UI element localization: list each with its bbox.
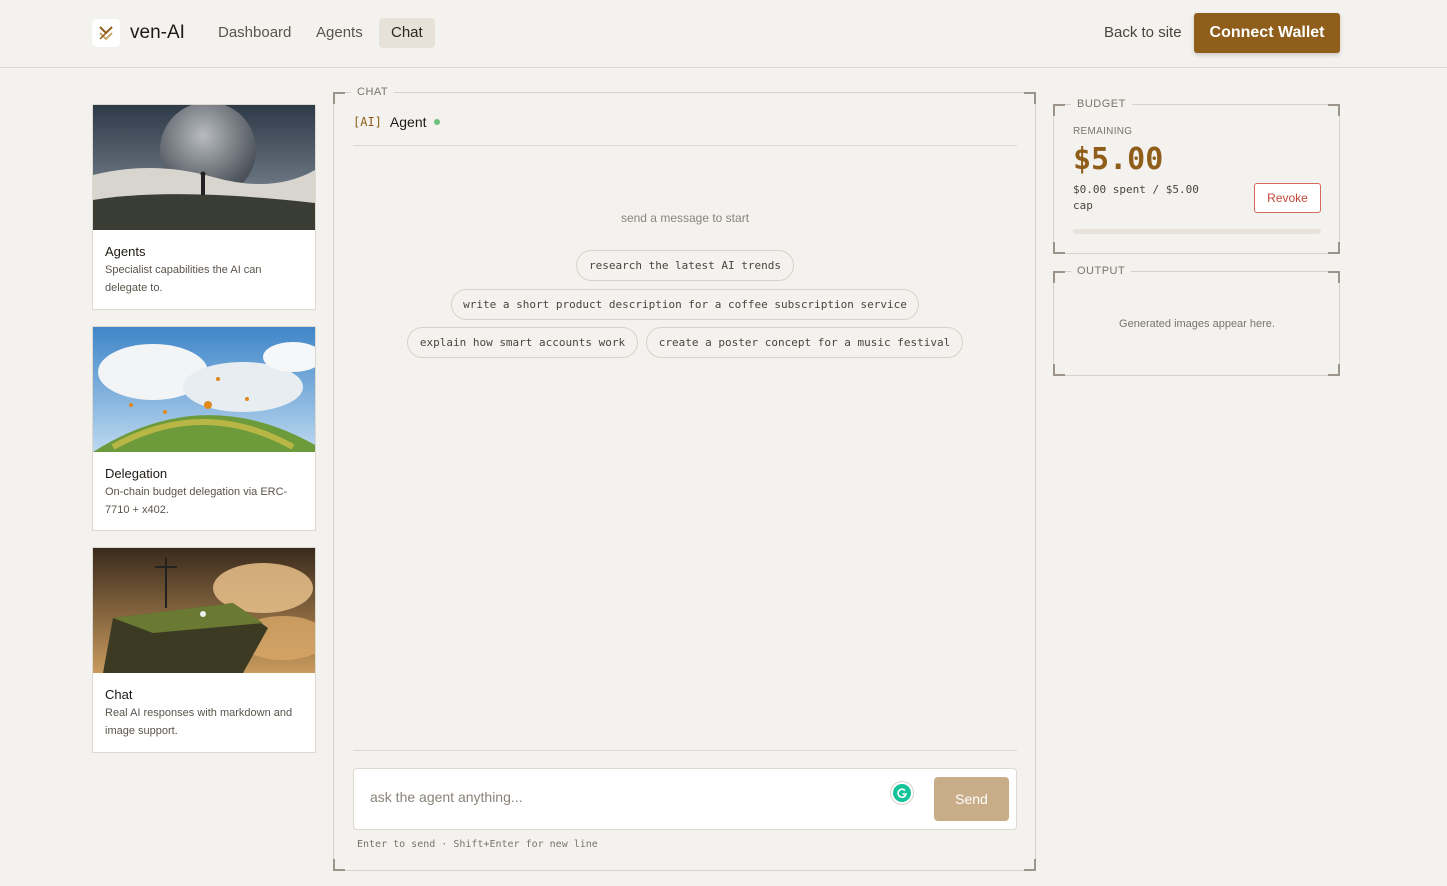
card-description: On-chain budget delegation via ERC-7710 … bbox=[105, 486, 288, 516]
card-description: Specialist capabilities the AI can deleg… bbox=[105, 264, 262, 294]
frame-corner bbox=[1328, 104, 1340, 116]
back-to-site-link[interactable]: Back to site bbox=[1104, 24, 1182, 41]
agent-header: [AI] Agent bbox=[353, 114, 440, 130]
output-section-label: OUTPUT bbox=[1071, 265, 1132, 278]
budget-progress-bar bbox=[1073, 229, 1321, 234]
frame-corner bbox=[1328, 242, 1340, 254]
message-input[interactable] bbox=[370, 789, 870, 805]
send-button[interactable]: Send bbox=[934, 777, 1009, 821]
budget-section-label: BUDGET bbox=[1071, 98, 1132, 111]
message-composer: Send bbox=[353, 768, 1017, 830]
frame-corner bbox=[1053, 104, 1065, 116]
budget-panel: BUDGET REMAINING $5.00 $0.00 spent / $5.… bbox=[1053, 98, 1340, 254]
frame-corner bbox=[333, 92, 345, 104]
ven-logo-icon[interactable] bbox=[92, 19, 120, 47]
remaining-amount: $5.00 bbox=[1073, 142, 1164, 177]
frame-corner bbox=[1024, 859, 1036, 871]
online-status-icon bbox=[433, 119, 440, 125]
suggestion-chip[interactable]: research the latest AI trends bbox=[576, 250, 794, 281]
top-header: ven-AI Dashboard Agents Chat Back to sit… bbox=[0, 0, 1447, 68]
card-description: Real AI responses with markdown and imag… bbox=[105, 707, 293, 737]
frame-corner bbox=[1024, 92, 1036, 104]
brand-name[interactable]: ven-AI bbox=[130, 22, 185, 44]
chat-section-label: CHAT bbox=[351, 86, 395, 99]
agent-name: Agent bbox=[389, 114, 427, 130]
suggestion-chip[interactable]: explain how smart accounts work bbox=[407, 327, 638, 358]
revoke-button[interactable]: Revoke bbox=[1254, 183, 1321, 213]
moon-desert-image bbox=[93, 105, 315, 230]
nav-chat[interactable]: Chat bbox=[379, 18, 435, 48]
keyboard-hint: Enter to send · Shift+Enter for new line bbox=[357, 839, 598, 850]
card-chat[interactable]: Chat Real AI responses with markdown and… bbox=[92, 547, 316, 753]
frame-corner bbox=[1328, 271, 1340, 283]
nav-dashboard[interactable]: Dashboard bbox=[206, 18, 303, 48]
cliff-clouds-image bbox=[93, 548, 315, 673]
suggestion-chip[interactable]: write a short product description for a … bbox=[451, 289, 919, 320]
divider bbox=[353, 145, 1017, 146]
frame-corner bbox=[1053, 271, 1065, 283]
butterfly-hill-image bbox=[93, 327, 315, 452]
chat-panel: CHAT [AI] Agent send a message to start … bbox=[333, 86, 1036, 871]
card-title: Agents bbox=[105, 244, 146, 259]
output-empty-text: Generated images appear here. bbox=[1119, 318, 1275, 330]
frame-corner bbox=[1053, 364, 1065, 376]
spent-text: $0.00 spent / $5.00 cap bbox=[1073, 183, 1199, 212]
card-delegation[interactable]: Delegation On-chain budget delegation vi… bbox=[92, 326, 316, 531]
ai-tag: [AI] bbox=[353, 115, 382, 129]
nav-agents[interactable]: Agents bbox=[304, 18, 375, 48]
remaining-label: REMAINING bbox=[1073, 126, 1133, 137]
empty-chat-hint: send a message to start bbox=[620, 211, 750, 225]
frame-corner bbox=[1053, 242, 1065, 254]
frame-corner bbox=[333, 859, 345, 871]
card-title: Delegation bbox=[105, 466, 168, 481]
card-title: Chat bbox=[105, 687, 133, 702]
divider bbox=[353, 750, 1017, 751]
connect-wallet-button[interactable]: Connect Wallet bbox=[1194, 13, 1340, 53]
suggestion-chip[interactable]: create a poster concept for a music fest… bbox=[646, 327, 963, 358]
frame-corner bbox=[1328, 364, 1340, 376]
grammarly-icon[interactable] bbox=[891, 782, 913, 804]
output-panel: OUTPUT Generated images appear here. bbox=[1053, 265, 1340, 376]
card-agents[interactable]: Agents Specialist capabilities the AI ca… bbox=[92, 104, 316, 310]
